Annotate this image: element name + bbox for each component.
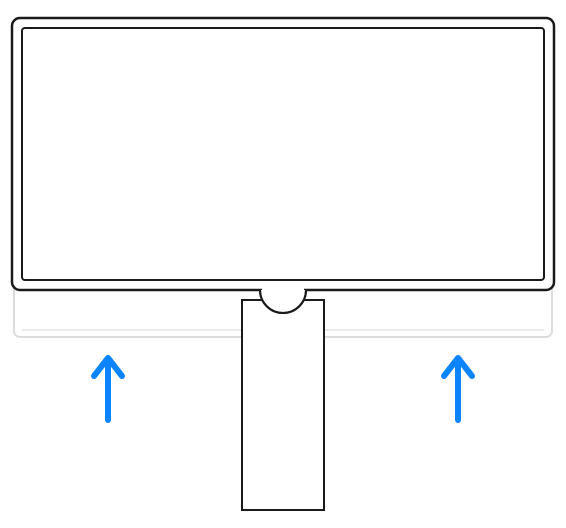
display-monitor [12,18,554,290]
arrow-up-right-icon [444,358,472,420]
arrow-up-left-icon [94,358,122,420]
display-height-adjust-diagram: raise-display-up raise-display-up extern… [0,0,566,528]
display-stand [242,300,324,510]
